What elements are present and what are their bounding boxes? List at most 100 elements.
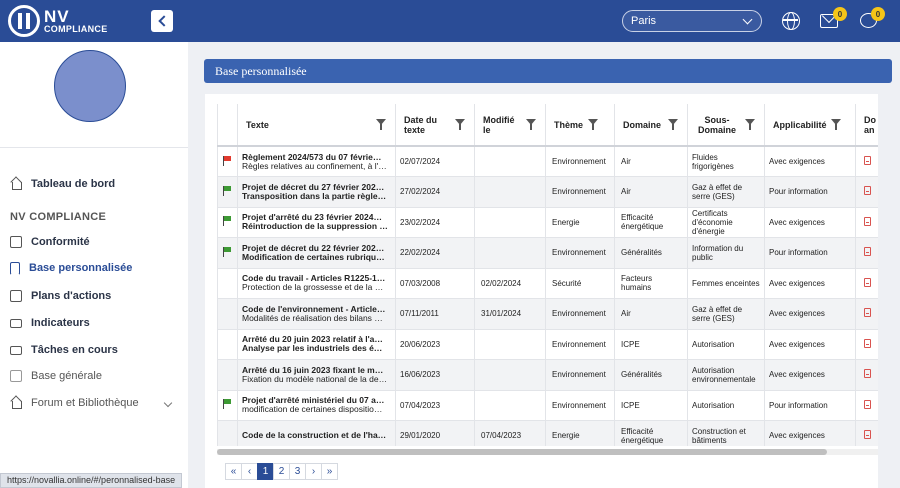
- pdf-icon[interactable]: [864, 247, 871, 257]
- table-row[interactable]: Arrêté du 16 juin 2023 fixant le m… Fixat…: [217, 359, 878, 391]
- page-3-button[interactable]: 3: [289, 463, 306, 480]
- applicabilite-cell: Pour information: [764, 390, 856, 421]
- flag-cell: [217, 176, 238, 208]
- top-bar: NV COMPLIANCE Paris 0 0: [0, 0, 900, 42]
- prev-page-button[interactable]: ‹: [241, 463, 258, 480]
- pdf-icon[interactable]: [864, 399, 871, 409]
- last-page-button[interactable]: »: [321, 463, 338, 480]
- next-page-button[interactable]: ›: [305, 463, 322, 480]
- logo-name: NV: [44, 7, 70, 26]
- logo[interactable]: NV COMPLIANCE: [8, 5, 108, 37]
- applicabilite-cell: Avec exigences: [764, 207, 856, 238]
- pdf-icon[interactable]: [864, 216, 871, 226]
- modifie-cell: [474, 176, 546, 208]
- flag-icon: [222, 246, 232, 257]
- pdf-icon[interactable]: [864, 277, 871, 287]
- pdf-icon[interactable]: [864, 430, 871, 440]
- column-document[interactable]: Do an: [855, 104, 878, 147]
- avatar[interactable]: [54, 50, 126, 122]
- table-container[interactable]: Texte Date du texte Modifié le Thème Dom…: [217, 104, 878, 446]
- domaine-cell: ICPE: [614, 390, 688, 421]
- flag-cell: [217, 420, 238, 446]
- texte-cell[interactable]: Code de l'environnement - Article… Modali…: [237, 298, 396, 330]
- sidebar-item-forum[interactable]: Forum et Bibliothèque: [10, 393, 139, 413]
- collapse-sidebar-button[interactable]: [151, 10, 173, 32]
- city-select[interactable]: Paris: [622, 10, 762, 32]
- filter-icon[interactable]: [668, 119, 678, 130]
- sidebar-item-taches[interactable]: Tâches en cours: [10, 340, 118, 360]
- pdf-icon[interactable]: [864, 369, 871, 379]
- table-row[interactable]: Arrêté du 20 juin 2023 relatif à l'a… Ana…: [217, 329, 878, 360]
- texte-cell[interactable]: Arrêté du 20 juin 2023 relatif à l'a… Ana…: [237, 329, 396, 360]
- horizontal-scrollbar[interactable]: [217, 449, 878, 455]
- pdf-icon[interactable]: [864, 186, 871, 196]
- sidebar-item-base-personnalisee[interactable]: Base personnalisée: [10, 258, 132, 278]
- texte-cell[interactable]: Projet de décret du 27 février 202… Trans…: [237, 176, 396, 208]
- column-theme[interactable]: Thème: [545, 104, 615, 147]
- column-sous-domaine[interactable]: Sous-Domaine: [687, 104, 765, 147]
- first-page-button[interactable]: «: [225, 463, 242, 480]
- sous-domaine-cell: Gaz à effet de serre (GES): [687, 298, 765, 330]
- filter-icon[interactable]: [588, 119, 598, 130]
- document-cell: [855, 176, 878, 208]
- table-row[interactable]: Projet de décret du 27 février 202… Trans…: [217, 176, 878, 208]
- sidebar-item-label: Plans d'actions: [31, 290, 112, 302]
- texte-cell[interactable]: Arrêté du 16 juin 2023 fixant le m… Fixat…: [237, 359, 396, 391]
- page-1-button[interactable]: 1: [257, 463, 274, 480]
- sous-domaine-cell: Certificats d'économie d'énergie: [687, 207, 765, 238]
- table-row[interactable]: Projet de décret du 22 février 202… Modif…: [217, 237, 878, 269]
- sidebar-item-conformite[interactable]: Conformité: [10, 232, 90, 252]
- sidebar-item-plans-actions[interactable]: Plans d'actions: [10, 286, 111, 306]
- domaine-cell: Généralités: [614, 359, 688, 391]
- document-cell: [855, 268, 878, 299]
- applicabilite-cell: Pour information: [764, 176, 856, 208]
- sidebar-item-label: Tâches en cours: [31, 344, 118, 356]
- table-row[interactable]: Code de l'environnement - Article… Modali…: [217, 298, 878, 330]
- pdf-icon[interactable]: [864, 338, 871, 348]
- chevron-down-icon[interactable]: [163, 398, 173, 408]
- column-flag: [217, 104, 238, 147]
- sidebar-item-base-generale[interactable]: Base générale: [10, 366, 102, 386]
- page-title: Base personnalisée: [204, 59, 892, 83]
- filter-icon[interactable]: [745, 119, 755, 130]
- texte-cell[interactable]: Règlement 2024/573 du 07 févrie… Règles r…: [237, 146, 396, 177]
- scrollbar-thumb[interactable]: [217, 449, 827, 455]
- column-applicabilite[interactable]: Applicabilité: [764, 104, 856, 147]
- flag-icon: [222, 399, 232, 410]
- globe-icon[interactable]: [782, 12, 800, 30]
- table-row[interactable]: Règlement 2024/573 du 07 févrie… Règles r…: [217, 146, 878, 177]
- sidebar-item-indicateurs[interactable]: Indicateurs: [10, 313, 90, 333]
- texte-cell[interactable]: Projet de décret du 22 février 202… Modif…: [237, 237, 396, 269]
- texte-title: Règlement 2024/573 du 07 févrie…: [242, 152, 382, 162]
- table-row[interactable]: Code de la construction et de l'ha… 29/01…: [217, 420, 878, 446]
- texte-summary: Règles relatives au confinement, à l'…: [242, 161, 387, 171]
- filter-icon[interactable]: [831, 119, 841, 130]
- page-2-button[interactable]: 2: [273, 463, 290, 480]
- pdf-icon[interactable]: [864, 308, 871, 318]
- filter-icon[interactable]: [455, 119, 465, 130]
- texte-cell[interactable]: Code de la construction et de l'ha…: [237, 420, 396, 446]
- pdf-icon[interactable]: [864, 156, 871, 165]
- document-cell: [855, 329, 878, 360]
- document-cell: [855, 298, 878, 330]
- date-cell: 20/06/2023: [395, 329, 475, 360]
- table-row[interactable]: Code du travail - Articles R1225-1… Prote…: [217, 268, 878, 299]
- logo-mark-icon: [8, 5, 40, 37]
- texte-cell[interactable]: Projet d'arrêté ministériel du 07 a… modi…: [237, 390, 396, 421]
- texte-title: Projet d'arrêté ministériel du 07 a…: [242, 396, 385, 406]
- texte-summary: Analyse par les industriels des é…: [242, 344, 383, 354]
- table-row[interactable]: Projet d'arrêté du 23 février 2024… Réint…: [217, 207, 878, 238]
- texte-cell[interactable]: Code du travail - Articles R1225-1… Prote…: [237, 268, 396, 299]
- column-texte[interactable]: Texte: [237, 104, 396, 147]
- texte-cell[interactable]: Projet d'arrêté du 23 février 2024… Réint…: [237, 207, 396, 238]
- modifie-cell: [474, 390, 546, 421]
- domaine-cell: Efficacité énergétique: [614, 420, 688, 446]
- filter-icon[interactable]: [376, 119, 386, 130]
- column-modifie[interactable]: Modifié le: [474, 104, 546, 147]
- sidebar-item-dashboard[interactable]: Tableau de bord: [10, 174, 115, 194]
- column-date[interactable]: Date du texte: [395, 104, 475, 147]
- filter-icon[interactable]: [526, 119, 536, 130]
- theme-cell: Energie: [545, 420, 615, 446]
- table-row[interactable]: Projet d'arrêté ministériel du 07 a… modi…: [217, 390, 878, 421]
- column-domaine[interactable]: Domaine: [614, 104, 688, 147]
